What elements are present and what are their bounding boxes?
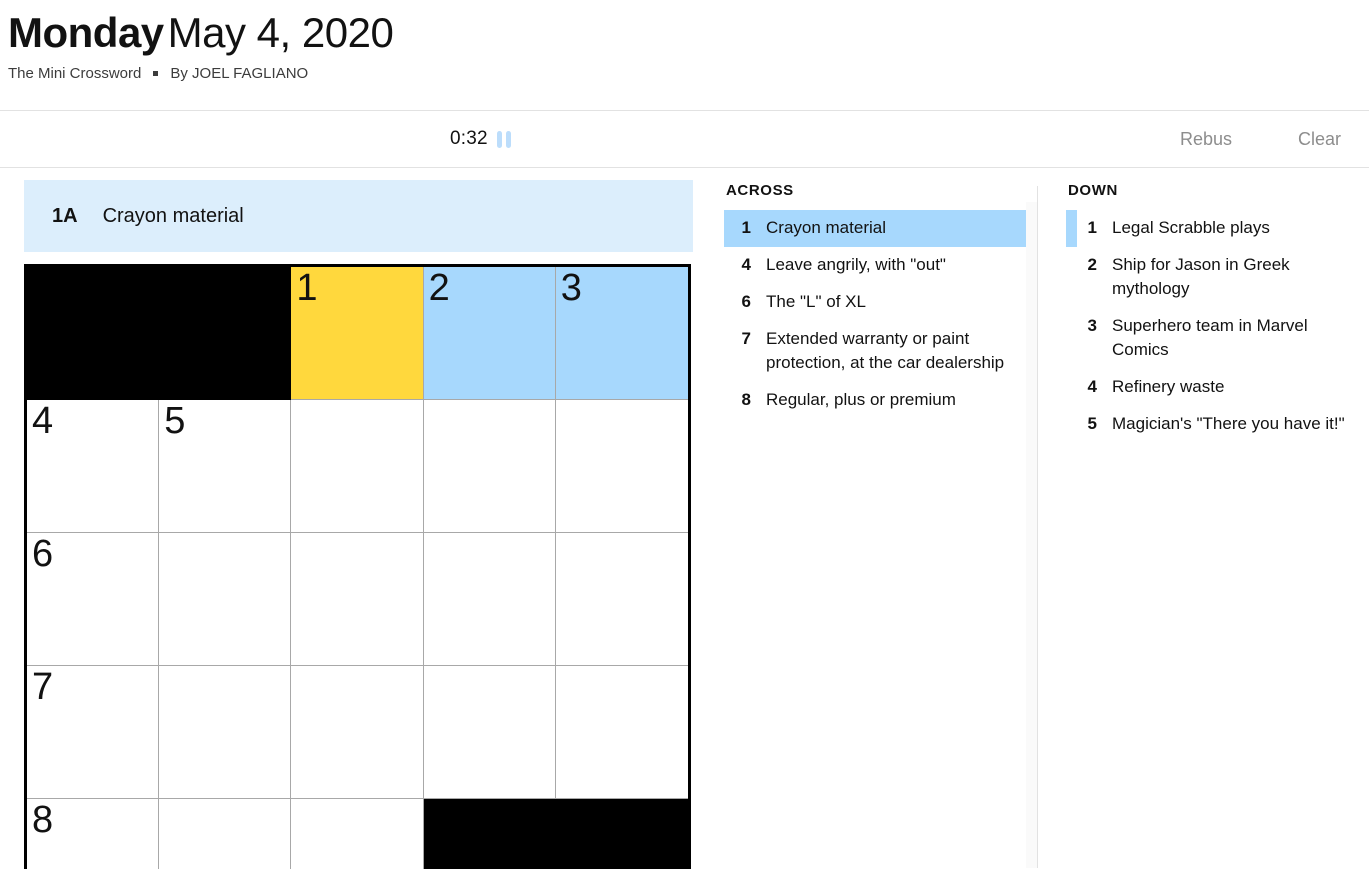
across-clue-item[interactable]: 7 Extended warranty or paint protection, … (724, 321, 1026, 382)
across-panel-scrollbar[interactable] (1026, 202, 1037, 868)
across-panel-title: ACROSS (726, 182, 794, 199)
grid-cell[interactable] (291, 799, 424, 869)
rebus-button[interactable]: Rebus (1180, 129, 1232, 150)
down-clue-number: 4 (1087, 377, 1097, 396)
crossword-grid[interactable]: 1 2 3 4 5 6 7 8 (27, 267, 688, 869)
puzzle-column: 1A Crayon material 1 2 3 4 5 6 7 8 (0, 168, 720, 869)
grid-cell[interactable] (291, 400, 424, 533)
across-clue-number: 4 (741, 255, 751, 274)
down-panel-title: DOWN (1068, 182, 1118, 199)
grid-cell-block (555, 799, 688, 869)
across-clue-item[interactable]: 1 Crayon material (724, 210, 1026, 247)
down-clue-item[interactable]: 5 Magician's "There you have it!" (1066, 406, 1368, 443)
grid-cell[interactable] (423, 400, 556, 533)
grid-cell[interactable]: 2 (423, 267, 556, 400)
grid-cell-number: 5 (164, 400, 186, 442)
down-clue-number: 5 (1087, 414, 1097, 433)
grid-cell[interactable] (423, 666, 556, 799)
grid-cell[interactable] (291, 666, 424, 799)
down-clue-number: 2 (1087, 255, 1097, 274)
clear-button[interactable]: Clear (1298, 129, 1341, 150)
grid-cell[interactable] (159, 799, 292, 869)
timer-group[interactable]: 0:32 (450, 128, 511, 150)
grid-cell[interactable]: 3 (555, 267, 688, 400)
page-title: MondayMay 4, 2020 (8, 8, 1369, 58)
across-clue-text: Regular, plus or premium (766, 390, 956, 409)
grid-cell[interactable]: 1 (291, 267, 424, 400)
across-clue-number: 8 (741, 390, 751, 409)
across-clue-text: Extended warranty or paint protection, a… (766, 329, 1005, 372)
puzzle-subtitle: The Mini Crossword By JOEL FAGLIANO (8, 65, 1369, 83)
across-clue-text: Crayon material (766, 218, 886, 237)
grid-cell-block (27, 267, 160, 400)
grid-cell[interactable] (555, 666, 688, 799)
grid-cell-number: 4 (32, 400, 54, 442)
grid-cell-number: 6 (32, 533, 54, 575)
grid-cell-number: 7 (32, 666, 54, 708)
down-clue-text: Magician's "There you have it!" (1112, 414, 1345, 433)
grid-cell[interactable] (555, 400, 688, 533)
across-clue-list: 1 Crayon material 4 Leave angrily, with "ou… (724, 210, 1026, 419)
toolbar-actions: Rebus Clear (1180, 129, 1341, 150)
grid-cell-number: 1 (296, 267, 318, 309)
puzzle-header: MondayMay 4, 2020 The Mini Crossword By … (0, 0, 1369, 110)
grid-cell[interactable]: 4 (27, 400, 160, 533)
down-clue-text: Ship for Jason in Greek mythology (1112, 255, 1290, 298)
current-clue-number: 1A (52, 204, 78, 227)
panel-divider (1037, 186, 1038, 868)
crossword-grid-wrapper: 1 2 3 4 5 6 7 8 (24, 264, 691, 869)
puzzle-byline: By JOEL FAGLIANO (170, 65, 309, 82)
grid-cell-block (423, 799, 556, 869)
bullet-separator-icon (153, 70, 159, 76)
grid-cell[interactable]: 6 (27, 533, 160, 666)
down-clue-number: 1 (1087, 218, 1097, 237)
grid-cell[interactable]: 5 (159, 400, 292, 533)
grid-cell[interactable] (423, 533, 556, 666)
current-clue-bar[interactable]: 1A Crayon material (24, 180, 693, 252)
down-clue-item[interactable]: 3 Superhero team in Marvel Comics (1066, 308, 1368, 369)
across-clue-number: 6 (741, 292, 751, 311)
down-clue-number: 3 (1087, 316, 1097, 335)
grid-cell-block (159, 267, 292, 400)
down-clue-text: Superhero team in Marvel Comics (1112, 316, 1308, 359)
grid-cell-number: 8 (32, 799, 54, 841)
grid-cell[interactable] (159, 533, 292, 666)
grid-cell[interactable] (291, 533, 424, 666)
down-clue-item[interactable]: 1 Legal Scrabble plays (1066, 210, 1368, 247)
across-clue-item[interactable]: 6 The "L" of XL (724, 284, 1026, 321)
grid-cell[interactable]: 7 (27, 666, 160, 799)
down-clue-panel: DOWN 1 Legal Scrabble plays 2 Ship for Jaso… (1066, 168, 1368, 868)
title-weekday: Monday (8, 9, 164, 56)
across-clue-panel: ACROSS 1 Crayon material 4 Leave angrily, w… (724, 168, 1026, 868)
current-clue-text: Crayon material (102, 204, 244, 227)
grid-cell[interactable] (555, 533, 688, 666)
down-clue-item[interactable]: 2 Ship for Jason in Greek mythology (1066, 247, 1368, 308)
down-clue-text: Refinery waste (1112, 377, 1225, 396)
title-date: May 4, 2020 (167, 9, 394, 56)
down-clue-item[interactable]: 4 Refinery waste (1066, 369, 1368, 406)
puzzle-toolbar: 0:32 Rebus Clear (0, 110, 1369, 168)
puzzle-main: 1A Crayon material 1 2 3 4 5 6 7 8 ACROSS 1 Cray… (0, 168, 1369, 869)
timer-value: 0:32 (450, 128, 488, 149)
grid-cell-number: 2 (428, 267, 450, 309)
across-clue-number: 7 (741, 329, 751, 348)
grid-cell[interactable] (159, 666, 292, 799)
across-clue-text: The "L" of XL (766, 292, 866, 311)
pause-icon[interactable] (496, 130, 511, 148)
across-clue-text: Leave angrily, with "out" (766, 255, 946, 274)
across-clue-item[interactable]: 8 Regular, plus or premium (724, 382, 1026, 419)
across-clue-number: 1 (741, 218, 751, 237)
puzzle-name: The Mini Crossword (8, 65, 142, 82)
down-clue-text: Legal Scrabble plays (1112, 218, 1270, 237)
down-clue-list: 1 Legal Scrabble plays 2 Ship for Jason in … (1066, 210, 1368, 443)
grid-cell[interactable]: 8 (27, 799, 160, 869)
grid-cell-number: 3 (560, 267, 582, 309)
across-clue-item[interactable]: 4 Leave angrily, with "out" (724, 247, 1026, 284)
